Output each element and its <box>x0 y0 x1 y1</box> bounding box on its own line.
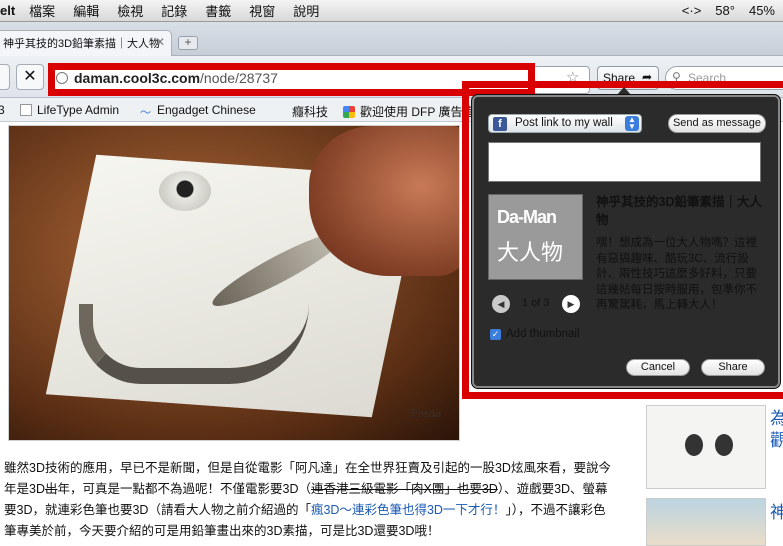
stop-button[interactable]: ✕ <box>16 64 44 90</box>
bookmark-engadget[interactable]: 〜 Engadget Chinese <box>140 103 256 119</box>
article-photo[interactable]: Fredo <box>8 125 460 441</box>
share-title: 神乎其技的3D鉛筆素描｜大人物 <box>596 195 762 227</box>
menu-window[interactable]: 視窗 <box>249 1 275 20</box>
article-strike: 出 <box>44 482 58 496</box>
share-description: 嘿！想成為一位大人物嗎？這裡有惡搞趣味、酷玩3C、流行設計、兩性技巧這麼多好料，… <box>596 237 757 311</box>
article-strike: 連香港三級電影「肉X團」也要3D <box>310 482 498 496</box>
prev-thumbnail-button[interactable]: ◀ <box>492 295 510 313</box>
add-thumbnail-checkbox[interactable]: ✓ <box>490 329 501 340</box>
battery-status[interactable]: 45% <box>749 3 775 18</box>
system-menubar: elt 檔案 編輯 檢視 記錄 書籤 視窗 說明 <·> 58° 45% <box>0 0 783 22</box>
bookmark-label: LifeType Admin <box>37 103 120 117</box>
bookmark-label: 歡迎使用 DFP 廣告管 <box>360 105 475 119</box>
page-icon <box>20 104 32 116</box>
post-destination-select[interactable]: f Post link to my wall ▲ ▼ <box>488 114 642 133</box>
artist-signature: Fredo <box>410 409 441 420</box>
bookmark-techtv[interactable]: 癮科技 <box>292 103 328 120</box>
tab-active[interactable]: 神乎其技的3D鉛筆素描｜大人物 ✕ <box>0 30 172 56</box>
close-icon[interactable]: ✕ <box>155 35 165 49</box>
drawn-eye <box>159 171 211 211</box>
bookmark-label: Engadget Chinese <box>157 103 256 117</box>
menu-view[interactable]: 檢視 <box>117 1 143 20</box>
article-link[interactable]: 瘋3D～連彩色筆也得3D一下才行！ <box>311 503 505 517</box>
logo-text: Da-Man <box>497 207 557 227</box>
sidebar-title[interactable]: 神 <box>770 498 783 523</box>
chevron-updown-icon: ▲ ▼ <box>625 116 639 131</box>
cancel-button[interactable]: Cancel <box>626 359 690 376</box>
weather-temperature[interactable]: 58° <box>715 3 735 18</box>
tab-title: 神乎其技的3D鉛筆素描｜大人物 <box>3 38 161 50</box>
site-logo-thumbnail: Da-Man 大人物 <box>488 194 583 280</box>
thumb-figure <box>715 434 733 456</box>
browser-window: elt 檔案 編輯 檢視 記錄 書籤 視窗 說明 <·> 58° 45% 神乎其… <box>0 0 783 546</box>
post-destination-label: Post link to my wall <box>515 117 613 129</box>
sidebar-thumbnail[interactable] <box>646 498 766 546</box>
menu-file[interactable]: 檔案 <box>29 1 55 20</box>
bookmark-label: 癮科技 <box>292 105 329 119</box>
bookmark-lifetype[interactable]: LifeType Admin <box>20 103 119 117</box>
menu-help[interactable]: 說明 <box>293 1 319 20</box>
menu-bookmarks[interactable]: 書籤 <box>205 1 231 20</box>
facebook-icon: f <box>493 117 507 131</box>
bookmark-dfp[interactable]: 歡迎使用 DFP 廣告管 <box>343 103 474 120</box>
sidebar-thumbnail[interactable] <box>646 405 766 489</box>
app-menu[interactable]: elt <box>0 3 15 18</box>
menu-history[interactable]: 記錄 <box>161 1 187 20</box>
logo-text: 大人物 <box>497 240 564 265</box>
google-icon <box>343 106 355 118</box>
menu-edit[interactable]: 編輯 <box>73 1 99 20</box>
sidebar-title[interactable]: 觀 <box>770 426 783 451</box>
add-thumbnail-label: Add thumbnail <box>506 328 580 340</box>
back-button[interactable] <box>0 64 10 90</box>
article-body: 雖然3D技術的應用，早已不是新聞，但是自從電影「阿凡達」在全世界狂賣及引起的一股… <box>4 458 616 542</box>
thumbnail-counter: 1 of 3 <box>522 297 550 309</box>
new-tab-button[interactable]: + <box>178 36 198 50</box>
share-submit-button[interactable]: Share <box>701 359 765 376</box>
article-text: 年，可真是一點都不為過呢！不僅電影要3D（ <box>57 482 311 496</box>
bookmark-partial[interactable]: 3 <box>0 103 5 117</box>
send-as-message-button[interactable]: Send as message <box>668 114 766 133</box>
thumb-figure <box>685 434 703 456</box>
next-thumbnail-button[interactable]: ▶ <box>562 295 580 313</box>
message-input[interactable] <box>488 142 761 182</box>
feed-icon: 〜 <box>140 107 151 119</box>
tab-strip: 神乎其技的3D鉛筆素描｜大人物 ✕ + <box>0 22 783 56</box>
artist-hand <box>309 126 459 276</box>
nav-arrows-icon[interactable]: <·> <box>682 3 702 18</box>
